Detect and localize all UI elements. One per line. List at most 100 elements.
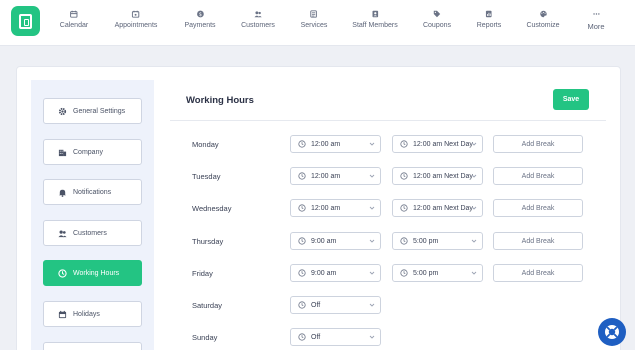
clock-icon — [298, 172, 306, 180]
nav-label: Customers — [241, 22, 275, 29]
start-time-value: 12:00 am — [311, 140, 341, 148]
end-time-select[interactable]: 12:00 am Next Day — [392, 167, 483, 185]
clock-icon — [400, 237, 408, 245]
end-time-value: 12:00 am Next Day — [413, 172, 473, 180]
save-button[interactable]: Save — [553, 89, 589, 110]
nav-customize[interactable]: Customize — [526, 8, 560, 29]
end-time-value: 5:00 pm — [413, 269, 439, 277]
gear-icon — [58, 107, 67, 116]
sidebar-item-working-hours[interactable]: Working Hours — [43, 260, 142, 286]
clock-icon — [400, 204, 408, 212]
bell-icon — [58, 188, 67, 197]
calendar-icon — [58, 310, 67, 319]
nav-customers[interactable]: Customers — [241, 8, 275, 29]
clock-icon — [400, 269, 408, 277]
end-time-select[interactable]: 5:00 pm — [392, 232, 483, 250]
clock-icon — [298, 301, 306, 309]
app-logo[interactable] — [11, 6, 40, 36]
add-break-button[interactable]: Add Break — [493, 135, 583, 153]
calendar-icon — [70, 8, 78, 19]
day-label: Wednesday — [192, 204, 232, 213]
appointments-icon — [132, 8, 140, 19]
nav-reports[interactable]: Reports — [477, 8, 501, 29]
sidebar-item-label: Working Hours — [73, 269, 120, 277]
divider — [170, 120, 606, 121]
clock-icon — [298, 204, 306, 212]
day-label: Saturday — [192, 301, 223, 310]
chevron-down-icon — [471, 206, 477, 210]
building-icon — [58, 148, 67, 157]
nav-appointments[interactable]: Appointments — [115, 8, 157, 29]
chevron-down-icon — [369, 303, 375, 307]
day-label: Tuesday — [192, 172, 221, 181]
reports-icon — [485, 8, 493, 19]
start-time-value: 9:00 am — [311, 269, 337, 277]
start-time-value: Off — [311, 301, 321, 309]
clock-icon — [58, 268, 67, 278]
top-navigation: Calendar Appointments $ Payments Custome… — [0, 0, 635, 46]
clock-icon — [400, 140, 408, 148]
clock-icon — [400, 172, 408, 180]
chevron-down-icon — [471, 174, 477, 178]
end-time-select[interactable]: 12:00 am Next Day — [392, 199, 483, 217]
chevron-down-icon — [369, 206, 375, 210]
chevron-down-icon — [369, 335, 375, 339]
start-time-value: Off — [311, 333, 321, 341]
end-time-value: 12:00 am Next Day — [413, 140, 473, 148]
sidebar-item-label: Company — [73, 148, 103, 156]
sidebar-item-label: Notifications — [73, 188, 112, 196]
sidebar-item-general-settings[interactable]: General Settings — [43, 98, 142, 124]
nav-calendar[interactable]: Calendar — [60, 8, 88, 29]
customers-icon — [58, 229, 67, 238]
day-label: Friday — [192, 269, 213, 278]
chevron-down-icon — [369, 239, 375, 243]
start-time-select[interactable]: Off — [290, 296, 381, 314]
day-label: Thursday — [192, 237, 224, 246]
end-time-select[interactable]: 12:00 am Next Day — [392, 135, 483, 153]
nav-services[interactable]: Services — [300, 8, 328, 29]
lifebuoy-icon — [605, 325, 619, 339]
payments-icon: $ — [196, 8, 204, 19]
sidebar-item-label: Holidays — [73, 310, 100, 318]
add-break-button[interactable]: Add Break — [493, 232, 583, 250]
add-break-button[interactable]: Add Break — [493, 199, 583, 217]
clock-icon — [298, 140, 306, 148]
sidebar-item-partial[interactable] — [43, 342, 142, 350]
nav-more[interactable]: More — [587, 8, 605, 31]
end-time-select[interactable]: 5:00 pm — [392, 264, 483, 282]
start-time-select[interactable]: Off — [290, 328, 381, 346]
chevron-down-icon — [369, 174, 375, 178]
chevron-down-icon — [471, 142, 477, 146]
help-button[interactable] — [598, 318, 626, 346]
nav-coupons[interactable]: Coupons — [423, 8, 451, 29]
end-time-value: 12:00 am Next Day — [413, 204, 473, 212]
svg-text:$: $ — [198, 11, 201, 17]
nav-payments[interactable]: $ Payments — [184, 8, 216, 29]
palette-icon — [539, 8, 547, 19]
start-time-select[interactable]: 9:00 am — [290, 264, 381, 282]
nav-label: More — [587, 22, 605, 31]
sidebar-item-notifications[interactable]: Notifications — [43, 179, 142, 205]
sidebar-item-label: Customers — [73, 229, 107, 237]
start-time-select[interactable]: 12:00 am — [290, 199, 381, 217]
chevron-down-icon — [369, 142, 375, 146]
nav-label: Staff Members — [352, 22, 398, 29]
more-icon — [592, 8, 600, 19]
nav-label: Services — [300, 22, 328, 29]
start-time-select[interactable]: 9:00 am — [290, 232, 381, 250]
sidebar-item-holidays[interactable]: Holidays — [43, 301, 142, 327]
nav-staff-members[interactable]: Staff Members — [352, 8, 398, 29]
sidebar-item-customers[interactable]: Customers — [43, 220, 142, 246]
nav-label: Coupons — [422, 22, 452, 29]
add-break-button[interactable]: Add Break — [493, 167, 583, 185]
clock-icon — [298, 333, 306, 341]
start-time-select[interactable]: 12:00 am — [290, 167, 381, 185]
add-break-button[interactable]: Add Break — [493, 264, 583, 282]
day-label: Sunday — [192, 333, 218, 342]
start-time-value: 12:00 am — [311, 172, 341, 180]
nav-label: Payments — [184, 22, 216, 29]
chevron-down-icon — [471, 239, 477, 243]
end-time-value: 5:00 pm — [413, 237, 439, 245]
sidebar-item-company[interactable]: Company — [43, 139, 142, 165]
start-time-select[interactable]: 12:00 am — [290, 135, 381, 153]
